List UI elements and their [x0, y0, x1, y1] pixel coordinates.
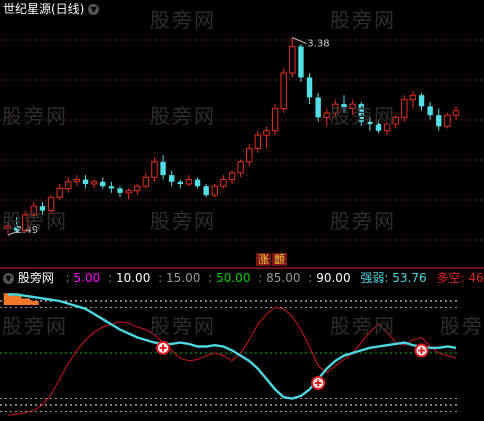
- param-sep: :: [258, 271, 263, 285]
- candle-body: [332, 103, 339, 114]
- candle-body: [401, 99, 408, 118]
- candle-body: [82, 179, 89, 184]
- candle-body: [237, 161, 244, 174]
- candle-body: [108, 186, 115, 189]
- chevron-down-icon[interactable]: ▼: [3, 273, 14, 284]
- candle-body: [100, 181, 106, 187]
- param-sep: :: [65, 271, 70, 285]
- candle-body: [117, 188, 123, 193]
- indicator-name: 股旁网: [17, 271, 54, 285]
- chevron-down-icon[interactable]: ▼: [88, 4, 100, 15]
- candle-body: [409, 94, 417, 101]
- param-value: 5.00: [73, 271, 101, 285]
- param-sep: :: [308, 271, 313, 285]
- candle-body: [444, 114, 451, 127]
- signal-badge: 颤: [272, 253, 287, 266]
- candle-body: [160, 161, 166, 176]
- strength-label: 强弱: [360, 271, 385, 285]
- candle-body: [228, 172, 236, 181]
- candle-body: [177, 181, 184, 184]
- lower-header: ▼ 股旁网 : 5.00 : 10.00 : 15.00 : 50.00 : 8…: [3, 271, 484, 285]
- longshort-value: 46.50: [468, 271, 484, 285]
- candle-body: [30, 205, 38, 216]
- candle-body: [203, 186, 209, 196]
- param-sep: :: [158, 271, 163, 285]
- candle-body: [349, 103, 356, 110]
- candle-body: [306, 77, 313, 98]
- longshort-label: 多空: [436, 271, 461, 285]
- upper-title-text: 世纪星源(日线): [3, 2, 85, 16]
- candle-body: [271, 108, 279, 132]
- param-value: 85.00: [266, 271, 301, 285]
- candle-body: [4, 225, 12, 229]
- candle-body: [56, 187, 63, 198]
- candle-body: [263, 130, 270, 136]
- candle-body: [125, 190, 132, 194]
- high-annotation: 3.38: [307, 39, 329, 50]
- candle-body: [47, 196, 55, 212]
- candle-body: [185, 179, 193, 185]
- candle-body: [254, 134, 262, 149]
- candle-body: [168, 175, 175, 182]
- param-value: 15.00: [166, 271, 201, 285]
- candle-body: [452, 110, 460, 116]
- signal-badge: 涨: [256, 253, 271, 266]
- candle-body: [341, 104, 347, 109]
- strength-bar: [20, 298, 31, 305]
- candle-body: [194, 179, 201, 187]
- upper-title: 世纪星源(日线) ▼: [3, 2, 100, 16]
- candle-body: [151, 161, 158, 178]
- candle-body: [142, 176, 150, 187]
- param-sep: :: [108, 271, 113, 285]
- param-value: 10.00: [115, 271, 151, 285]
- candle-body: [90, 181, 98, 185]
- candle-body: [298, 46, 304, 78]
- candle-body: [220, 179, 227, 187]
- candle-body: [280, 72, 287, 110]
- candle-body: [392, 116, 399, 125]
- stock-chart: 3.38 2.49: [0, 0, 484, 421]
- candle-body: [323, 112, 330, 118]
- strength-bar: [29, 301, 39, 305]
- candle-body: [211, 185, 218, 196]
- candle-body: [436, 115, 442, 127]
- strength-bar: [12, 295, 22, 305]
- candle-body: [246, 147, 253, 163]
- candle-body: [418, 95, 425, 107]
- candle-body: [65, 181, 72, 189]
- param-sep: :: [208, 271, 213, 285]
- candle-body: [427, 106, 433, 116]
- candle-body: [315, 97, 321, 118]
- param-value: 50.00: [216, 271, 251, 285]
- strength-value: 53.76: [392, 271, 427, 285]
- candle-body: [289, 45, 296, 74]
- candle-body: [375, 124, 382, 131]
- candle-body: [39, 206, 46, 211]
- candle-body: [73, 179, 81, 183]
- candle-body: [358, 104, 364, 122]
- low-annotation: 2.49: [16, 225, 38, 236]
- candle-body: [383, 123, 391, 132]
- candle-body: [367, 121, 373, 125]
- param-value: 90.00: [316, 271, 351, 285]
- candle-body: [134, 185, 141, 192]
